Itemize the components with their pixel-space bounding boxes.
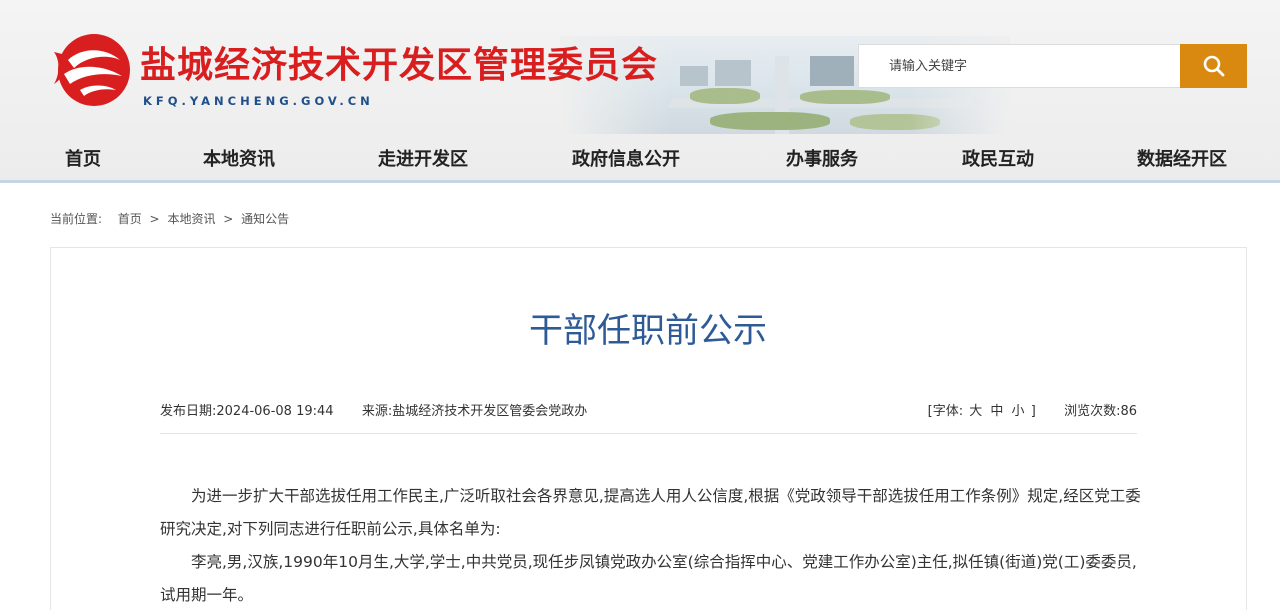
search-icon — [1203, 55, 1224, 77]
main-nav: 首页 本地资讯 走进开发区 政府信息公开 办事服务 政民互动 数据经开区 — [0, 134, 1280, 180]
nav-item-interaction[interactable]: 政民互动 — [962, 145, 1034, 171]
header-divider — [0, 180, 1280, 183]
meta-divider — [160, 433, 1137, 434]
nav-item-home[interactable]: 首页 — [65, 145, 101, 171]
font-size-large[interactable]: 大 — [969, 404, 982, 419]
font-size-label: [字体: — [927, 404, 964, 419]
breadcrumb: 当前位置: 首页 > 本地资讯 > 通知公告 — [50, 210, 289, 227]
font-size-close: ] — [1030, 404, 1036, 419]
nav-item-data-zone[interactable]: 数据经开区 — [1137, 145, 1227, 171]
article-body: 为进一步扩大干部选拔任用工作民主,广泛听取社会各界意见,提高选人用人公信度,根据… — [160, 480, 1150, 610]
views-label: 浏览次数: — [1064, 404, 1121, 419]
nav-item-gov-info[interactable]: 政府信息公开 — [572, 145, 680, 171]
breadcrumb-separator: > — [149, 212, 160, 226]
breadcrumb-separator: > — [223, 212, 234, 226]
article-title: 干部任职前公示 — [529, 311, 767, 351]
article-meta: 发布日期:2024-06-08 19:44 来源:盐城经济技术开发区管委会党政办… — [160, 400, 1137, 424]
breadcrumb-local-news[interactable]: 本地资讯 — [167, 212, 215, 226]
article-paragraph: 李亮,男,汉族,1990年10月生,大学,学士,中共党员,现任步凤镇党政办公室(… — [160, 553, 1137, 604]
article-paragraph: 为进一步扩大干部选拔任用工作民主,广泛听取社会各界意见,提高选人用人公信度,根据… — [160, 487, 1141, 538]
site-title[interactable]: 盐城经济技术开发区管理委员会 — [140, 36, 658, 88]
publish-date: 2024-06-08 19:44 — [216, 404, 334, 419]
breadcrumb-prefix: 当前位置: — [50, 212, 103, 226]
breadcrumb-home[interactable]: 首页 — [118, 212, 142, 226]
source-value: 盐城经济技术开发区管委会党政办 — [392, 404, 588, 419]
nav-item-services[interactable]: 办事服务 — [786, 145, 858, 171]
search-button[interactable] — [1180, 44, 1247, 88]
search-box — [858, 44, 1180, 88]
search-input[interactable] — [859, 45, 1180, 87]
publish-label: 发布日期: — [160, 404, 217, 419]
source-label: 来源: — [361, 404, 393, 419]
font-size-medium[interactable]: 中 — [990, 404, 1003, 419]
views-count: 86 — [1120, 404, 1137, 419]
font-size-small[interactable]: 小 — [1012, 404, 1025, 419]
nav-item-about-zone[interactable]: 走进开发区 — [378, 145, 468, 171]
site-logo-icon[interactable] — [50, 30, 134, 108]
site-header: 盐城经济技术开发区管理委员会 KFQ.YANCHENG.GOV.CN 首页 本地… — [0, 0, 1280, 183]
breadcrumb-notices[interactable]: 通知公告 — [241, 212, 289, 226]
nav-item-local-news[interactable]: 本地资讯 — [203, 145, 275, 171]
site-domain: KFQ.YANCHENG.GOV.CN — [143, 94, 374, 108]
